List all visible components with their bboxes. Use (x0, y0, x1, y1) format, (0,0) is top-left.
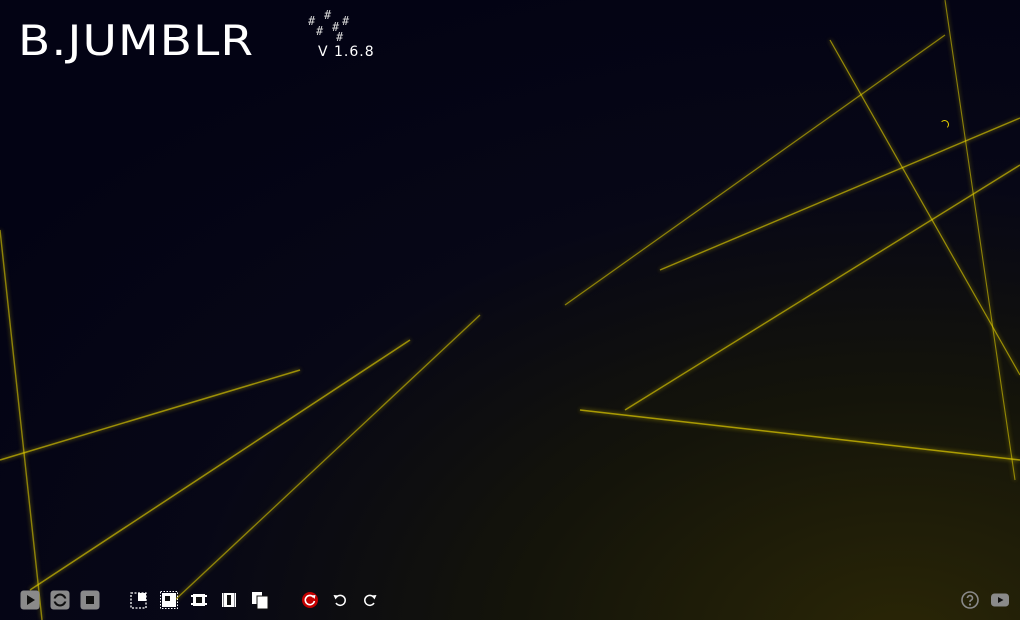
app-title: B.JUMBLR (18, 16, 255, 65)
help-button[interactable] (959, 589, 981, 611)
reset-button[interactable] (299, 589, 321, 611)
hash-mark: # (316, 24, 324, 38)
loading-spinner-icon (940, 120, 949, 129)
layout-columns-icon (222, 593, 236, 607)
hash-mark: # (324, 8, 332, 22)
undo-icon (333, 594, 346, 607)
copy-icon (252, 592, 269, 610)
stop-button[interactable] (79, 589, 101, 611)
layout-columns-button[interactable] (218, 589, 240, 611)
hash-mark: # (336, 30, 344, 44)
help-icon (961, 591, 979, 609)
layout-split-icon (130, 592, 147, 609)
copy-button[interactable] (249, 589, 271, 611)
bottom-toolbar (0, 580, 1020, 620)
video-icon (991, 593, 1009, 607)
layout-split-button[interactable] (128, 589, 150, 611)
play-icon (20, 590, 40, 610)
reset-icon (302, 592, 318, 608)
app-version: V 1.6.8 (318, 44, 375, 60)
layout-grid-icon (191, 594, 207, 606)
layout-grid-button[interactable] (188, 589, 210, 611)
redo-button[interactable] (359, 589, 381, 611)
layout-frame-button[interactable] (158, 589, 180, 611)
undo-button[interactable] (329, 589, 351, 611)
layout-frame-icon (160, 591, 178, 609)
video-button[interactable] (989, 589, 1011, 611)
redo-icon (364, 594, 377, 607)
stop-icon (80, 590, 100, 610)
play-button[interactable] (19, 589, 41, 611)
hash-mark: # (342, 14, 350, 28)
loop-icon (50, 590, 70, 610)
hash-mark: # (308, 14, 316, 28)
background-light-rays (0, 0, 1020, 620)
loop-button[interactable] (49, 589, 71, 611)
